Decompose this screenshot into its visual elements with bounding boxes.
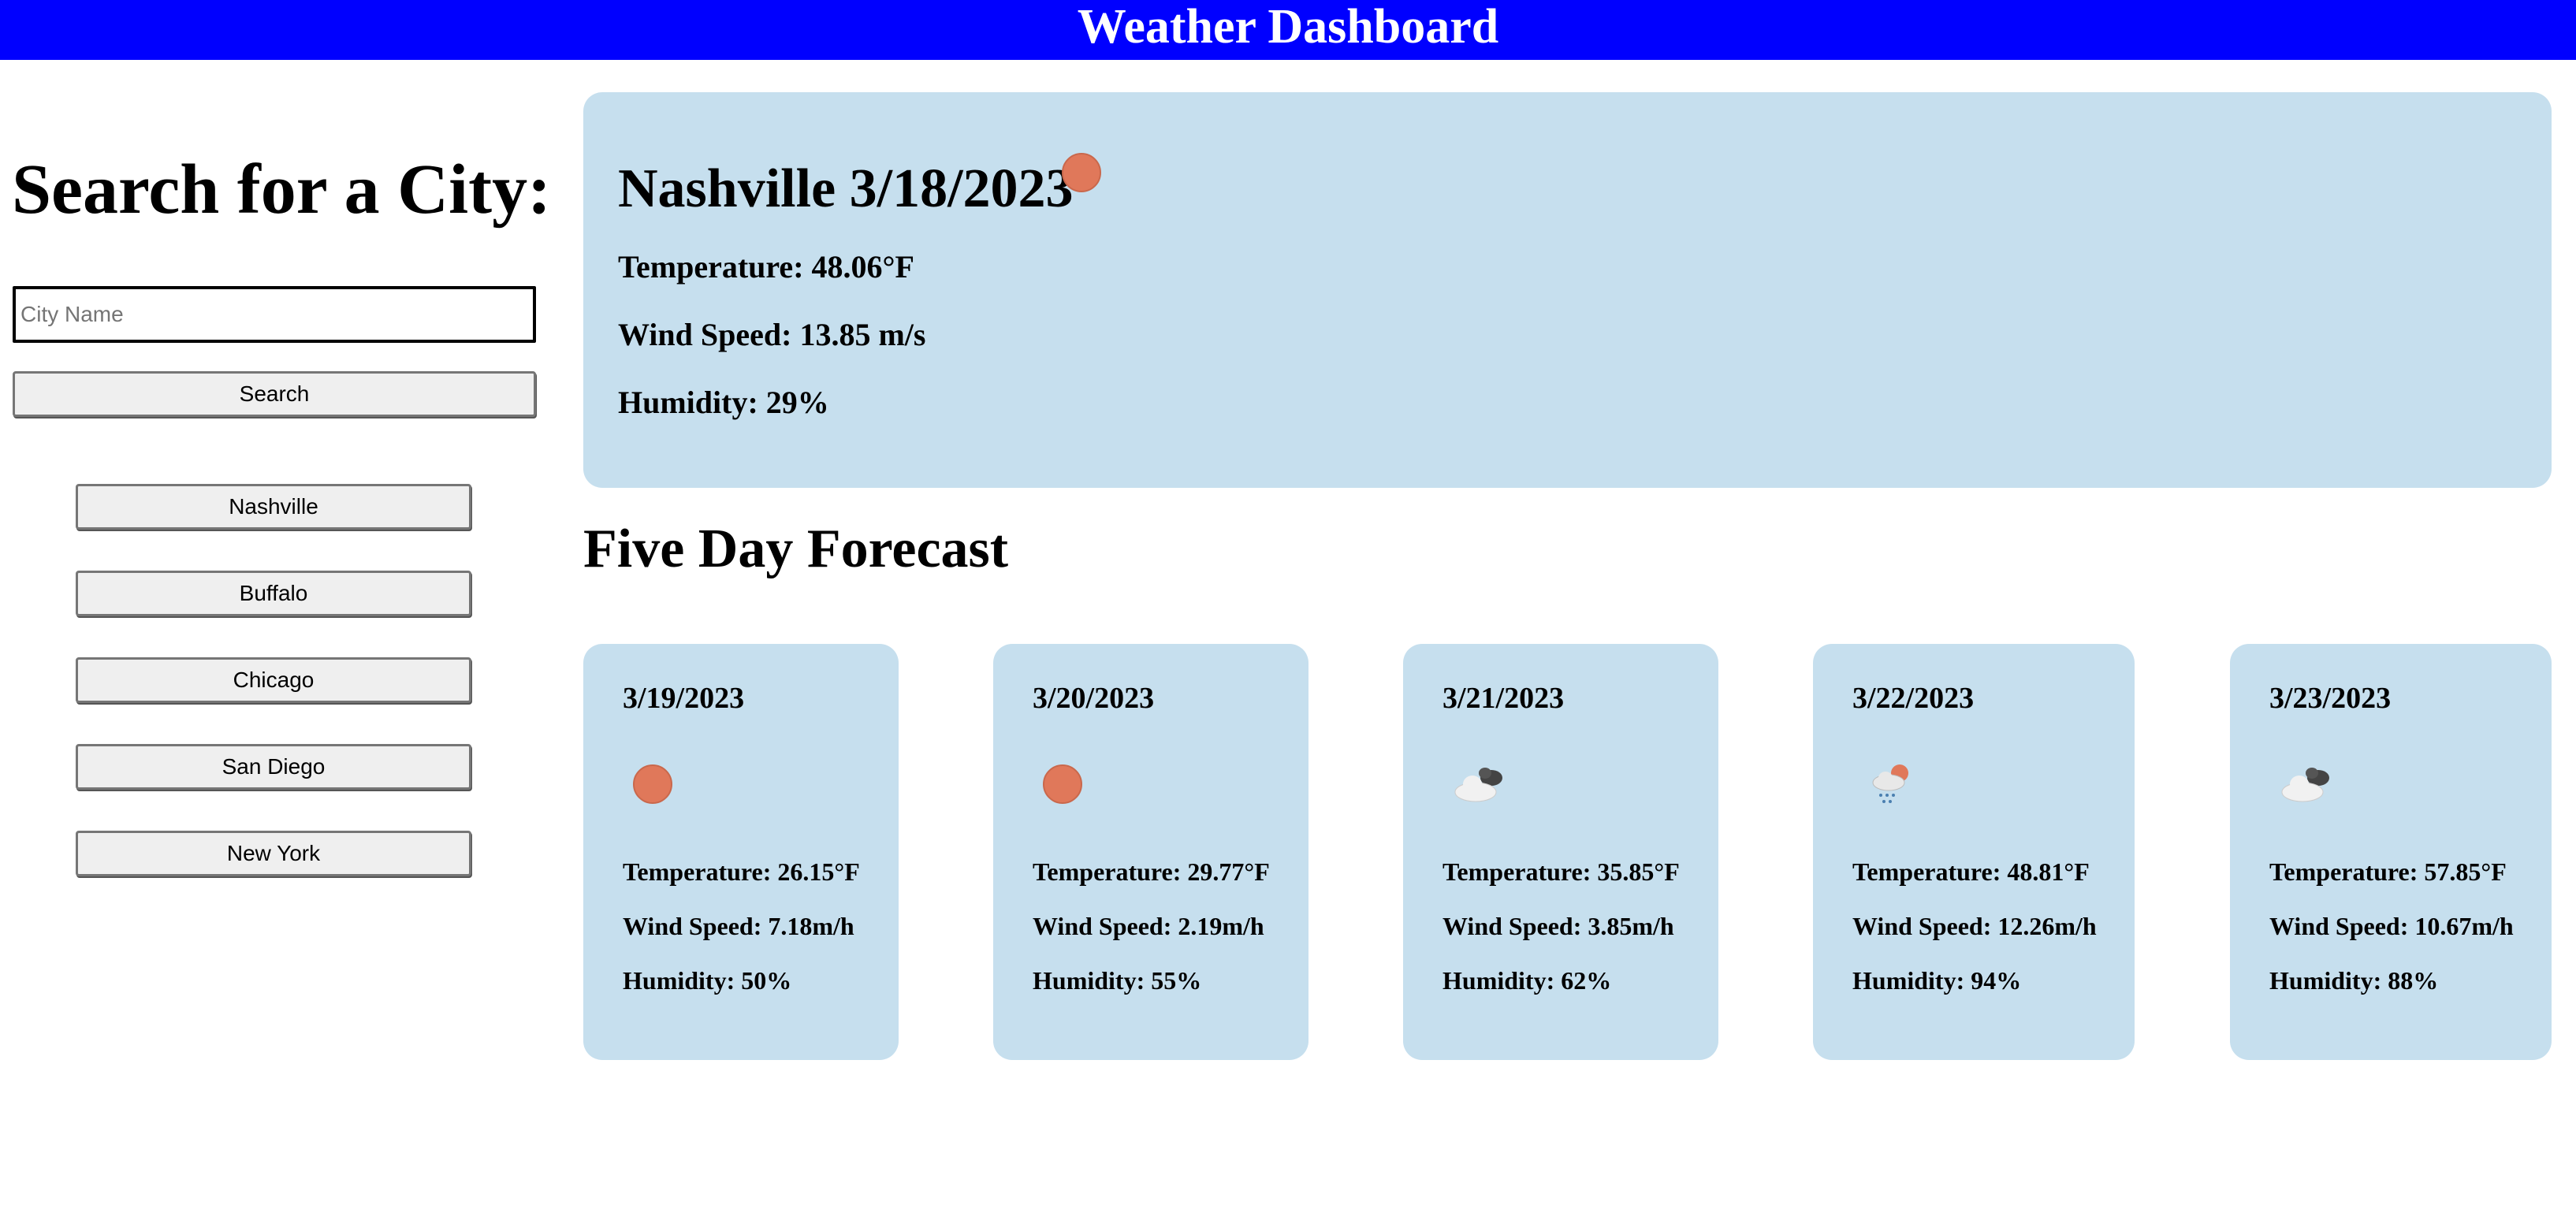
forecast-temperature: Temperature: 35.85°F [1442,857,1680,886]
forecast-temperature: Temperature: 29.77°F [1033,857,1270,886]
sun-icon [1062,153,1101,192]
search-heading: Search for a City: [12,151,552,229]
forecast-card: 3/19/2023 Temperature: 26.15°F Wind Spee… [583,644,899,1060]
forecast-heading: Five Day Forecast [583,519,1009,579]
rain-sun-icon [1872,764,1908,803]
forecast-date: 3/23/2023 [2269,682,2392,715]
current-weather-card: Nashville 3/18/2023 Temperature: 48.06°F… [583,92,2552,488]
sun-icon [633,764,672,804]
current-wind-speed: Wind Speed: 13.85 m/s [618,317,926,352]
forecast-humidity: Humidity: 55% [1033,966,1202,995]
current-city-date: Nashville 3/18/2023 [618,158,1074,219]
forecast-temperature: Temperature: 26.15°F [623,857,860,886]
city-search-input[interactable] [13,286,536,343]
forecast-temperature: Temperature: 48.81°F [1852,857,2090,886]
history-button-san-diego[interactable]: San Diego [76,744,471,790]
forecast-card: 3/20/2023 Temperature: 29.77°F Wind Spee… [993,644,1308,1060]
forecast-card: 3/23/2023 Temperature: 57.85°F Wind Spee… [2230,644,2552,1060]
history-button-buffalo[interactable]: Buffalo [76,571,471,616]
forecast-card: 3/21/2023 Temperature: 35.85°F Wind Spee… [1403,644,1718,1060]
current-temperature: Temperature: 48.06°F [618,249,914,285]
forecast-card: 3/22/2023 Temperature: 48.81°F Wind Spee… [1813,644,2135,1060]
app-header: Weather Dashboard [0,0,2576,60]
forecast-date: 3/22/2023 [1852,682,1975,715]
history-button-nashville[interactable]: Nashville [76,484,471,530]
forecast-wind-speed: Wind Speed: 12.26m/h [1852,912,2097,940]
history-button-new-york[interactable]: New York [76,831,471,876]
app-title: Weather Dashboard [1077,0,1499,54]
history-button-chicago[interactable]: Chicago [76,657,471,703]
forecast-wind-speed: Wind Speed: 10.67m/h [2269,912,2514,940]
search-button[interactable]: Search [13,371,536,417]
current-humidity: Humidity: 29% [618,385,829,420]
forecast-date: 3/19/2023 [623,682,745,715]
forecast-date: 3/21/2023 [1442,682,1565,715]
forecast-humidity: Humidity: 50% [623,966,792,995]
sun-icon [1043,764,1082,804]
forecast-wind-speed: Wind Speed: 2.19m/h [1033,912,1264,940]
forecast-date: 3/20/2023 [1033,682,1155,715]
forecast-wind-speed: Wind Speed: 7.18m/h [623,912,854,940]
forecast-wind-speed: Wind Speed: 3.85m/h [1442,912,1674,940]
forecast-temperature: Temperature: 57.85°F [2269,857,2507,886]
cloudy-icon [2281,768,2329,802]
forecast-humidity: Humidity: 94% [1852,966,2022,995]
sidebar: Search for a City: Search Nashville Buff… [0,60,552,1220]
cloudy-icon [1454,768,1502,802]
forecast-humidity: Humidity: 62% [1442,966,1612,995]
forecast-humidity: Humidity: 88% [2269,966,2439,995]
